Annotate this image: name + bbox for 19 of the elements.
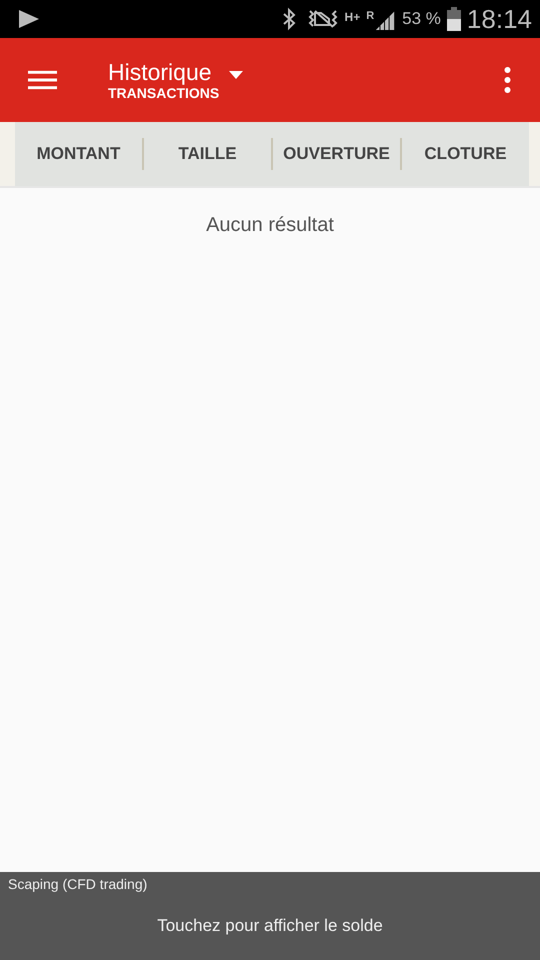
caret-icon[interactable] [229, 71, 244, 79]
battery-icon [446, 7, 461, 31]
balance-hint: Touchez pour afficher le solde [156, 916, 384, 936]
balance-bar[interactable]: Scaping (CFD trading) Touchez pour afficher le solde [0, 872, 540, 960]
clock: 18:14 [466, 4, 532, 34]
more-icon[interactable] [504, 67, 511, 93]
network-type: H+ [344, 10, 360, 24]
account-name: Scaping (CFD trading) [8, 876, 148, 892]
column-header[interactable]: MONTANT [15, 144, 142, 164]
battery-percent: 53 % [402, 9, 441, 29]
menu-icon[interactable] [28, 70, 57, 90]
column-header[interactable]: TAILLE [144, 144, 271, 164]
column-header[interactable]: CLOTURE [402, 144, 529, 164]
screen-subtitle: TRANSACTIONS [108, 85, 220, 101]
empty-message: Aucun résultat [206, 214, 334, 238]
column-header[interactable]: OUVERTURE [273, 144, 400, 164]
screen-title[interactable]: Historique [108, 59, 220, 85]
roaming-indicator: R [366, 10, 374, 22]
play-icon [18, 9, 40, 29]
